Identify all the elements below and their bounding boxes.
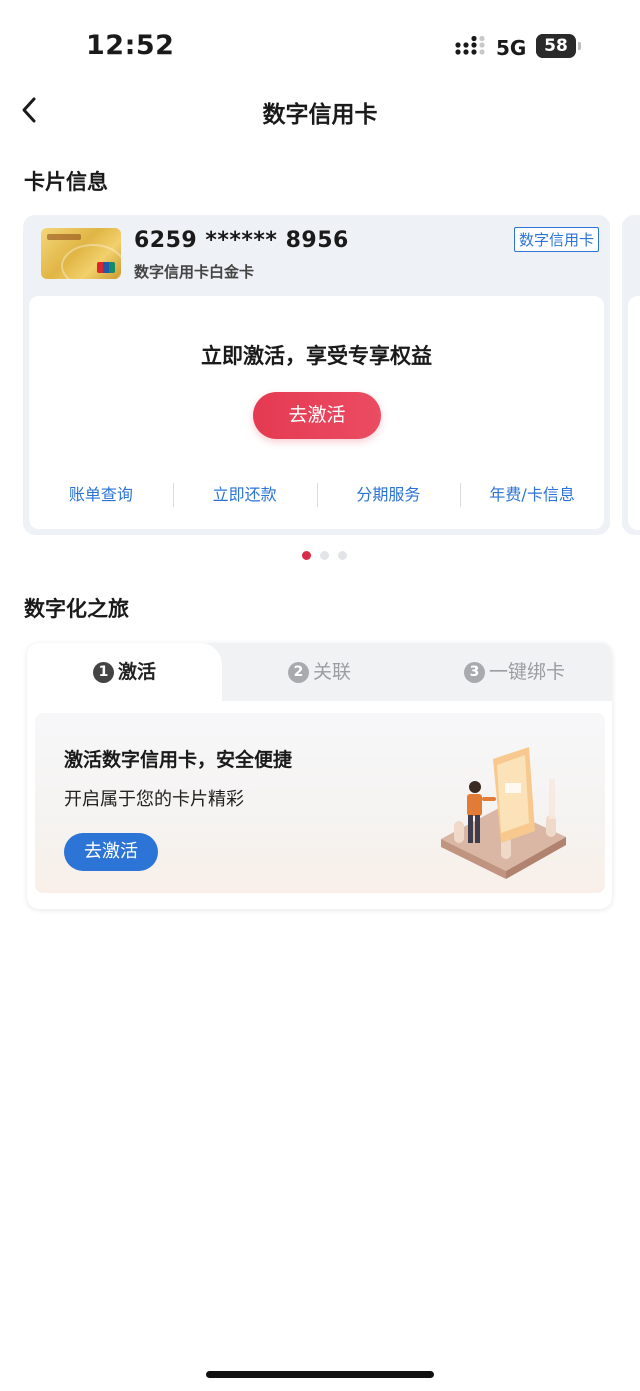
battery-percent: 58 — [544, 36, 568, 56]
card-type: 数字信用卡白金卡 — [134, 263, 255, 281]
card-number: 6259 ****** 8956 — [134, 228, 349, 253]
tab-link[interactable]: 2 关联 — [222, 643, 417, 701]
tab-activate[interactable]: 1 激活 — [27, 643, 222, 701]
journey-content-subtitle: 开启属于您的卡片精彩 — [64, 789, 244, 810]
battery-icon: 58 — [536, 34, 581, 58]
status-time: 12:52 — [86, 30, 175, 61]
repay-now-link[interactable]: 立即还款 — [172, 482, 317, 508]
bill-inquiry-link[interactable]: 账单查询 — [29, 482, 173, 508]
screen: 12:52 5G 58 数字信用卡 卡片信息 6259 ****** 8956 … — [0, 0, 640, 1391]
journey-tabs: 1 激活 2 关联 3 一键绑卡 — [27, 643, 612, 701]
activation-headline: 立即激活，享受专享权益 — [201, 344, 432, 368]
card-image — [41, 228, 121, 279]
step-number-badge: 1 — [92, 661, 114, 683]
journey-panel: 1 激活 2 关联 3 一键绑卡 激活数字信用卡，安全便捷 开启属于您的卡片精彩… — [27, 643, 612, 909]
carousel-dot[interactable] — [320, 551, 329, 560]
network-type: 5G — [496, 36, 527, 60]
tab-label: 激活 — [117, 661, 156, 683]
quick-actions: 账单查询 立即还款 分期服务 年费/卡信息 — [29, 482, 604, 508]
journey-content-title: 激活数字信用卡，安全便捷 — [64, 749, 293, 771]
carousel-dot[interactable] — [302, 551, 311, 560]
card-activation-box: 立即激活，享受专享权益 去激活 账单查询 立即还款 分期服务 年费/卡信息 — [29, 296, 604, 529]
kiosk-illustration — [441, 747, 566, 879]
installment-link[interactable]: 分期服务 — [316, 482, 461, 508]
page-title: 数字信用卡 — [262, 102, 378, 128]
card-section-title: 卡片信息 — [24, 170, 108, 194]
journey-content: 激活数字信用卡，安全便捷 开启属于您的卡片精彩 去激活 — [35, 713, 605, 893]
tab-one-click-bind[interactable]: 3 一键绑卡 — [417, 643, 612, 701]
status-bar: 12:52 5G 58 — [0, 0, 640, 92]
journey-section-title: 数字化之旅 — [24, 597, 129, 621]
tab-label: 关联 — [312, 661, 351, 683]
next-card-peek-inner — [628, 296, 640, 530]
cellular-signal-icon — [455, 36, 485, 55]
step-number-badge: 2 — [287, 661, 309, 683]
card-badge: 数字信用卡 — [513, 227, 599, 252]
home-indicator[interactable] — [206, 1371, 434, 1378]
credit-card-panel[interactable]: 6259 ****** 8956 数字信用卡白金卡 数字信用卡 立即激活，享受专… — [23, 215, 610, 535]
activate-button[interactable]: 去激活 — [253, 392, 381, 439]
tab-label: 一键绑卡 — [488, 661, 565, 683]
journey-activate-button[interactable]: 去激活 — [64, 833, 158, 871]
step-number-badge: 3 — [463, 661, 485, 683]
annual-fee-card-info-link[interactable]: 年费/卡信息 — [460, 482, 604, 508]
nav-bar: 数字信用卡 — [0, 88, 640, 132]
unionpay-logo-icon — [97, 262, 115, 273]
carousel-dots — [302, 551, 347, 560]
carousel-dot[interactable] — [338, 551, 347, 560]
bank-logo-icon — [47, 234, 81, 240]
